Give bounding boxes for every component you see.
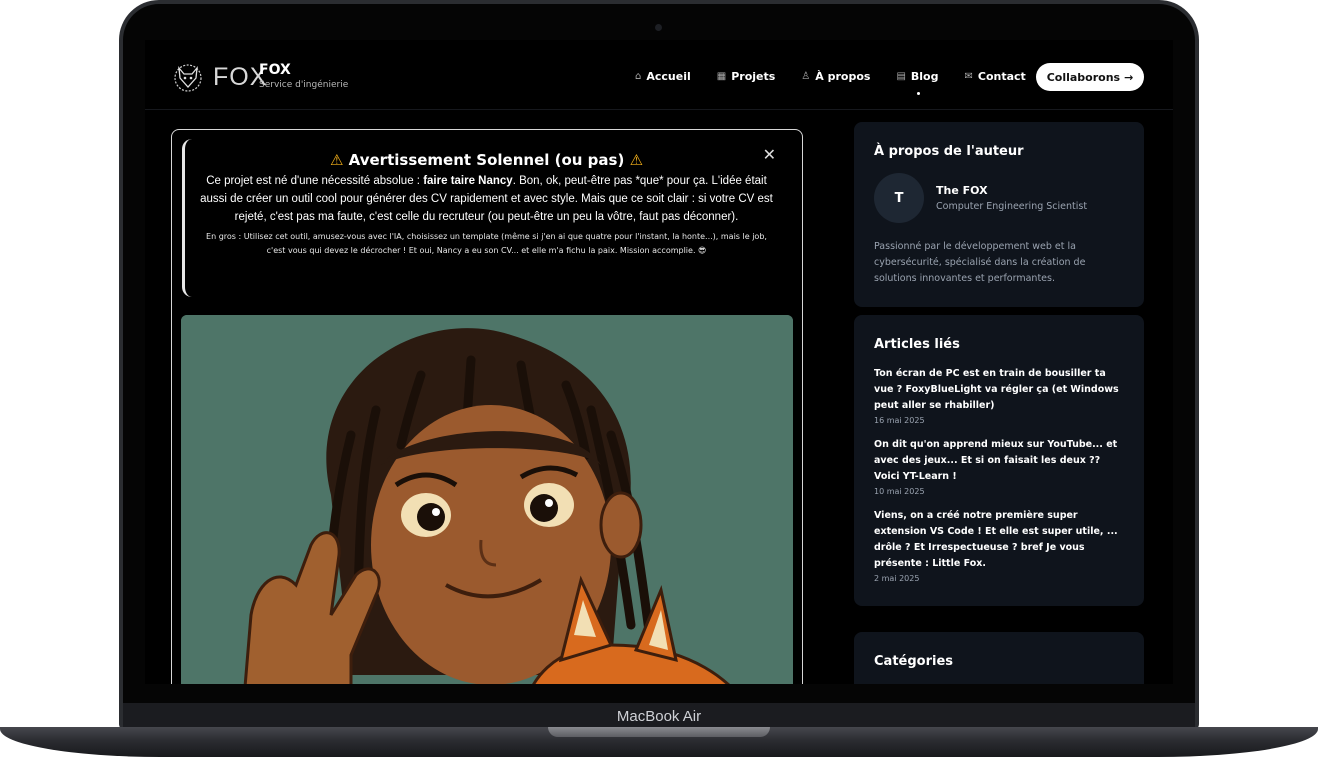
site-logo[interactable]: FOX	[171, 60, 267, 94]
related-article[interactable]: Ton écran de PC est en train de bousille…	[874, 366, 1124, 425]
warning-alert: ⚠ Avertissement Solennel (ou pas) ⚠ Ce p…	[182, 139, 790, 297]
related-article[interactable]: Viens, on a créé notre première super ex…	[874, 508, 1124, 583]
alert-body: Ce projet est né d'une nécessité absolue…	[197, 172, 776, 226]
arrow-right-icon: →	[1124, 70, 1134, 84]
mail-icon: ✉	[964, 71, 973, 82]
related-article-title: On dit qu'on apprend mieux sur YouTube..…	[874, 439, 1118, 482]
book-icon: ▤	[896, 71, 906, 82]
grid-icon: ▦	[716, 71, 727, 82]
warning-icon: ⚠	[629, 151, 644, 169]
nav-item-label: Contact	[977, 70, 1026, 83]
hero-illustration	[181, 315, 793, 684]
author-name: The FOX	[936, 184, 988, 197]
alert-title-text: Avertissement Solennel (ou pas)	[348, 151, 625, 169]
cta-label: Collaborons	[1046, 70, 1121, 84]
author-bio: Passionné par le développement web et la…	[874, 241, 1086, 284]
author-row: T The FOX Computer Engineering Scientist	[874, 173, 1124, 223]
nav-item-blog[interactable]: ▤ Blog	[896, 70, 939, 95]
home-icon: ⌂	[635, 71, 642, 82]
categories-heading: Catégories	[874, 654, 954, 669]
nav-item-accueil[interactable]: ⌂ Accueil	[635, 70, 691, 83]
user-icon: ♙	[801, 71, 811, 82]
nav-item-label: Projets	[731, 70, 776, 83]
close-icon[interactable]: ✕	[763, 145, 776, 164]
related-article[interactable]: On dit qu'on apprend mieux sur YouTube..…	[874, 437, 1124, 496]
related-articles-card: Articles liés Ton écran de PC est en tra…	[854, 315, 1144, 606]
related-article-date: 2 mai 2025	[874, 574, 920, 583]
alert-text-bold: faire taire Nancy	[423, 175, 513, 187]
alert-text-before: Ce projet est né d'une nécessité absolue…	[206, 175, 424, 187]
brand-tagline: Service d'ingénierie	[259, 80, 349, 90]
main-menu: ⌂ Accueil ▦ Projets ♙ À propos ▤ Blog ✉ …	[635, 70, 1026, 95]
fox-logo-icon	[174, 64, 202, 92]
active-indicator	[917, 92, 921, 95]
brand-name: FOX	[259, 62, 291, 78]
warning-icon: ⚠	[329, 151, 344, 169]
navbar: FOX FOX Service d'ingénierie ⌂ Accueil ▦…	[145, 40, 1173, 110]
brand[interactable]: FOX Service d'ingénierie	[259, 62, 348, 90]
author-role: Computer Engineering Scientist	[936, 201, 1088, 212]
camera-icon	[655, 24, 662, 31]
nav-item-label: Accueil	[646, 70, 691, 83]
related-article-date: 16 mai 2025	[874, 416, 925, 425]
illustration-image	[181, 315, 793, 684]
author-heading: À propos de l'auteur	[874, 144, 1024, 159]
browser-viewport: FOX FOX Service d'ingénierie ⌂ Accueil ▦…	[145, 40, 1173, 684]
nav-item-contact[interactable]: ✉ Contact	[965, 70, 1026, 83]
nav-item-label: Blog	[910, 70, 939, 83]
author-card: À propos de l'auteur T The FOX Computer …	[854, 122, 1144, 307]
laptop-frame: FOX FOX Service d'ingénierie ⌂ Accueil ▦…	[0, 0, 1318, 757]
article-card: ⚠ Avertissement Solennel (ou pas) ⚠ Ce p…	[171, 129, 803, 684]
related-article-date: 10 mai 2025	[874, 487, 925, 496]
nav-item-a-propos[interactable]: ♙ À propos	[801, 70, 870, 83]
alert-title: ⚠ Avertissement Solennel (ou pas) ⚠	[197, 151, 776, 169]
alert-small-text: En gros : Utilisez cet outil, amusez-vou…	[206, 232, 767, 255]
device-label: MacBook Air	[123, 703, 1195, 730]
nav-item-projets[interactable]: ▦ Projets	[717, 70, 776, 83]
avatar: T	[874, 173, 924, 223]
related-article-title: Ton écran de PC est en train de bousille…	[874, 368, 1119, 411]
nav-item-label: À propos	[815, 70, 871, 83]
related-heading: Articles liés	[874, 337, 960, 352]
related-article-title: Viens, on a créé notre première super ex…	[874, 510, 1118, 569]
collaborons-button[interactable]: Collaborons →	[1036, 63, 1144, 91]
laptop-hinge-notch	[548, 727, 770, 737]
categories-card: Catégories	[854, 632, 1144, 684]
